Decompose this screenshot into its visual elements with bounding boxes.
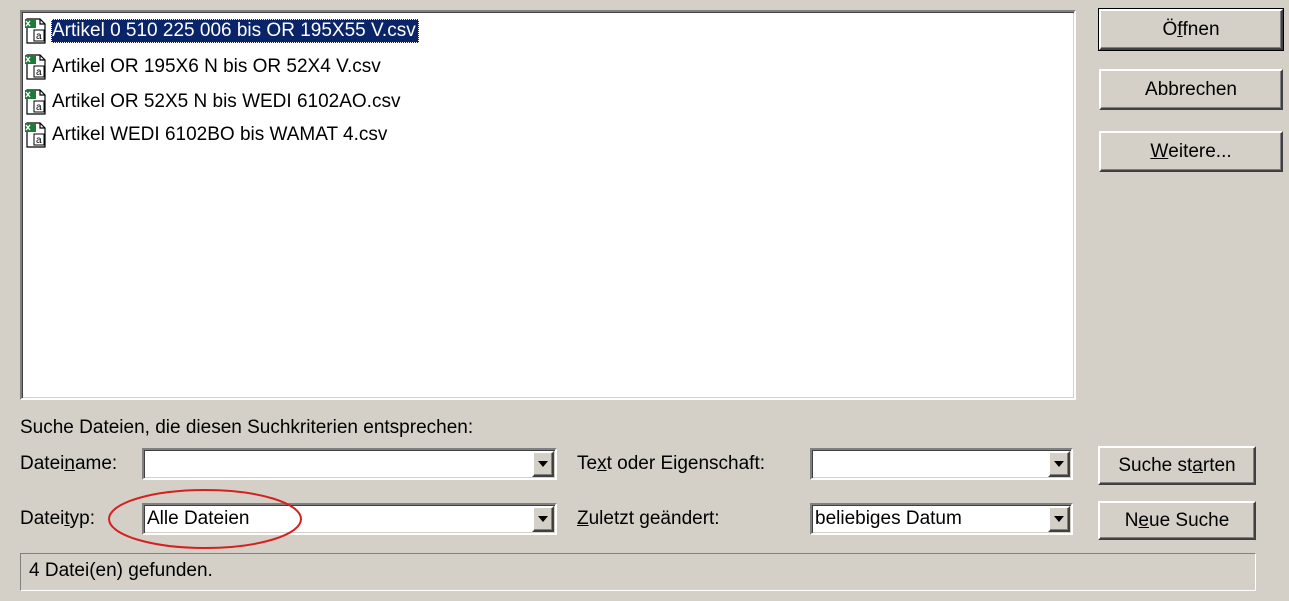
new-search-label: N [1124, 509, 1139, 531]
svg-text:a: a [36, 102, 42, 113]
filetype-label: Dateityp: [20, 508, 95, 530]
start-search-label: Suche st [1118, 454, 1193, 476]
more-button-label: eitere... [1168, 140, 1232, 162]
status-bar: 4 Datei(en) gefunden. [20, 553, 1256, 591]
open-button[interactable]: Öf fnen [1098, 8, 1284, 51]
file-name: Artikel WEDI 6102BO bis WAMAT 4.csv [52, 124, 388, 145]
text-property-combo[interactable] [810, 448, 1073, 480]
filename-label-rest: ame: [74, 453, 118, 474]
new-search-label-rest: ue Suche [1149, 509, 1230, 531]
dropdown-arrow-icon[interactable] [1048, 451, 1070, 477]
text-property-label-accesskey: x [597, 453, 607, 474]
modified-label-accesskey: Z [577, 508, 589, 529]
file-name: Artikel OR 195X6 N bis OR 52X4 V.csv [52, 56, 381, 77]
file-list[interactable]: a Artikel 0 510 225 006 bis OR 195X55 V.… [20, 10, 1076, 400]
highlight-ellipse [108, 489, 302, 549]
cancel-button-label: Abbrechen [1145, 78, 1237, 100]
new-search-button[interactable]: Ne ue Suche [1098, 501, 1256, 540]
csv-file-icon: a [24, 18, 48, 44]
text-property-label-text: Te [577, 453, 598, 474]
filename-label-text: Datei [20, 453, 65, 474]
more-button[interactable]: Weitere... [1099, 131, 1283, 172]
start-search-button[interactable]: Suche st a rten [1098, 446, 1256, 485]
file-name: Artikel 0 510 225 006 bis OR 195X55 V.cs… [51, 19, 419, 43]
new-search-accesskey: e [1138, 509, 1149, 531]
csv-file-icon: a [24, 89, 48, 115]
modified-label-text: uletzt geändert: [588, 508, 720, 529]
modified-value[interactable]: beliebiges Datum [812, 505, 1047, 533]
svg-text:a: a [36, 67, 42, 78]
csv-file-icon: a [24, 54, 48, 80]
modified-combo[interactable]: beliebiges Datum [810, 503, 1073, 535]
dropdown-arrow-icon[interactable] [532, 451, 554, 477]
file-name: Artikel OR 52X5 N bis WEDI 6102AO.csv [52, 91, 401, 112]
open-button-label-rest: fnen [1182, 18, 1220, 40]
svg-text:a: a [36, 31, 42, 42]
text-property-label: Text oder Eigenschaft: [577, 453, 765, 475]
filename-label-accesskey: n [64, 453, 75, 474]
open-button-label: Ö [1162, 18, 1178, 40]
filetype-label-rest: yp: [69, 508, 95, 529]
more-button-accesskey: W [1150, 140, 1169, 162]
filename-combo[interactable] [142, 448, 557, 480]
start-search-label-rest: rten [1202, 454, 1236, 476]
csv-file-icon: a [24, 122, 48, 148]
filename-label: Dateiname: [20, 453, 117, 475]
svg-text:a: a [36, 135, 42, 146]
file-item[interactable]: a Artikel OR 52X5 N bis WEDI 6102AO.csv [24, 87, 403, 117]
filetype-label-text: Datei [20, 508, 65, 529]
dropdown-arrow-icon[interactable] [532, 506, 554, 532]
file-item[interactable]: a Artikel OR 195X6 N bis OR 52X4 V.csv [24, 52, 384, 82]
text-property-value[interactable] [812, 450, 1047, 478]
text-property-label-rest: t oder Eigenschaft: [606, 453, 766, 474]
search-criteria-heading: Suche Dateien, die diesen Suchkriterien … [20, 417, 474, 438]
file-item[interactable]: a Artikel 0 510 225 006 bis OR 195X55 V.… [24, 16, 419, 46]
dropdown-arrow-icon[interactable] [1048, 506, 1070, 532]
status-text: 4 Datei(en) gefunden. [29, 560, 213, 581]
cancel-button[interactable]: Abbrechen [1099, 69, 1283, 110]
filename-value[interactable] [144, 450, 531, 478]
start-search-accesskey: a [1192, 454, 1203, 476]
file-item[interactable]: a Artikel WEDI 6102BO bis WAMAT 4.csv [24, 120, 390, 150]
modified-label: Zuletzt geändert: [577, 508, 720, 530]
